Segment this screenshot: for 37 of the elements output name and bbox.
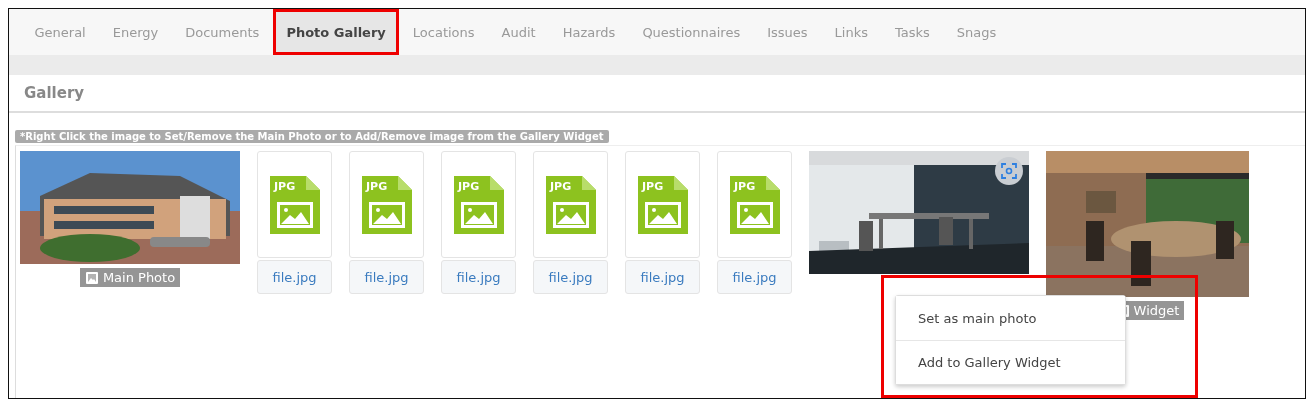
file-name[interactable]: file.jpg [533,260,608,294]
file-name[interactable]: file.jpg [717,260,792,294]
tab[interactable]: Hazards [549,10,629,54]
jpg-file-icon: JPG [453,175,504,234]
tab[interactable]: General [21,10,100,54]
file-name[interactable]: file.jpg [257,260,332,294]
jpg-file-icon: JPG [269,175,320,234]
jpg-file-icon: JPG [729,175,780,234]
tab[interactable]: Snags [943,10,1010,54]
tab[interactable]: Links [821,10,882,54]
tab[interactable]: Issues [753,10,822,54]
jpg-file-icon: JPG [545,175,596,234]
tab[interactable]: Audit [488,10,550,54]
file-name[interactable]: file.jpg [625,260,700,294]
scan-icon [1001,163,1017,179]
file-thumbnail[interactable]: JPG [717,151,792,258]
tab[interactable]: Energy [99,10,172,54]
menu-item[interactable]: Set as main photo [896,296,1125,340]
caption-text: Widget [1133,303,1180,318]
menu-item[interactable]: Add to Gallery Widget [896,340,1125,384]
file-thumbnail[interactable]: JPG [625,151,700,258]
tab[interactable]: Documents [171,10,273,54]
file-thumbnail[interactable]: JPG [257,151,332,258]
jpg-file-icon: JPG [637,175,688,234]
tab[interactable]: Tasks [881,10,944,54]
tab[interactable]: Locations [399,10,489,54]
file-thumbnail[interactable]: JPG [441,151,516,258]
file-thumbnail[interactable]: JPG [533,151,608,258]
file-name[interactable]: file.jpg [349,260,424,294]
tab[interactable]: Questionnaires [628,10,754,54]
jpg-file-icon: JPG [361,175,412,234]
file-name[interactable]: file.jpg [441,260,516,294]
section-title: Gallery [24,84,85,102]
tab[interactable]: Photo Gallery [272,9,400,55]
caption-text: Main Photo [102,270,176,285]
hint-label: *Right Click the image to Set/Remove the Main Photo or to Add/Remove image from the Gallery Widget [15,130,609,143]
file-thumbnail[interactable]: JPG [349,151,424,258]
